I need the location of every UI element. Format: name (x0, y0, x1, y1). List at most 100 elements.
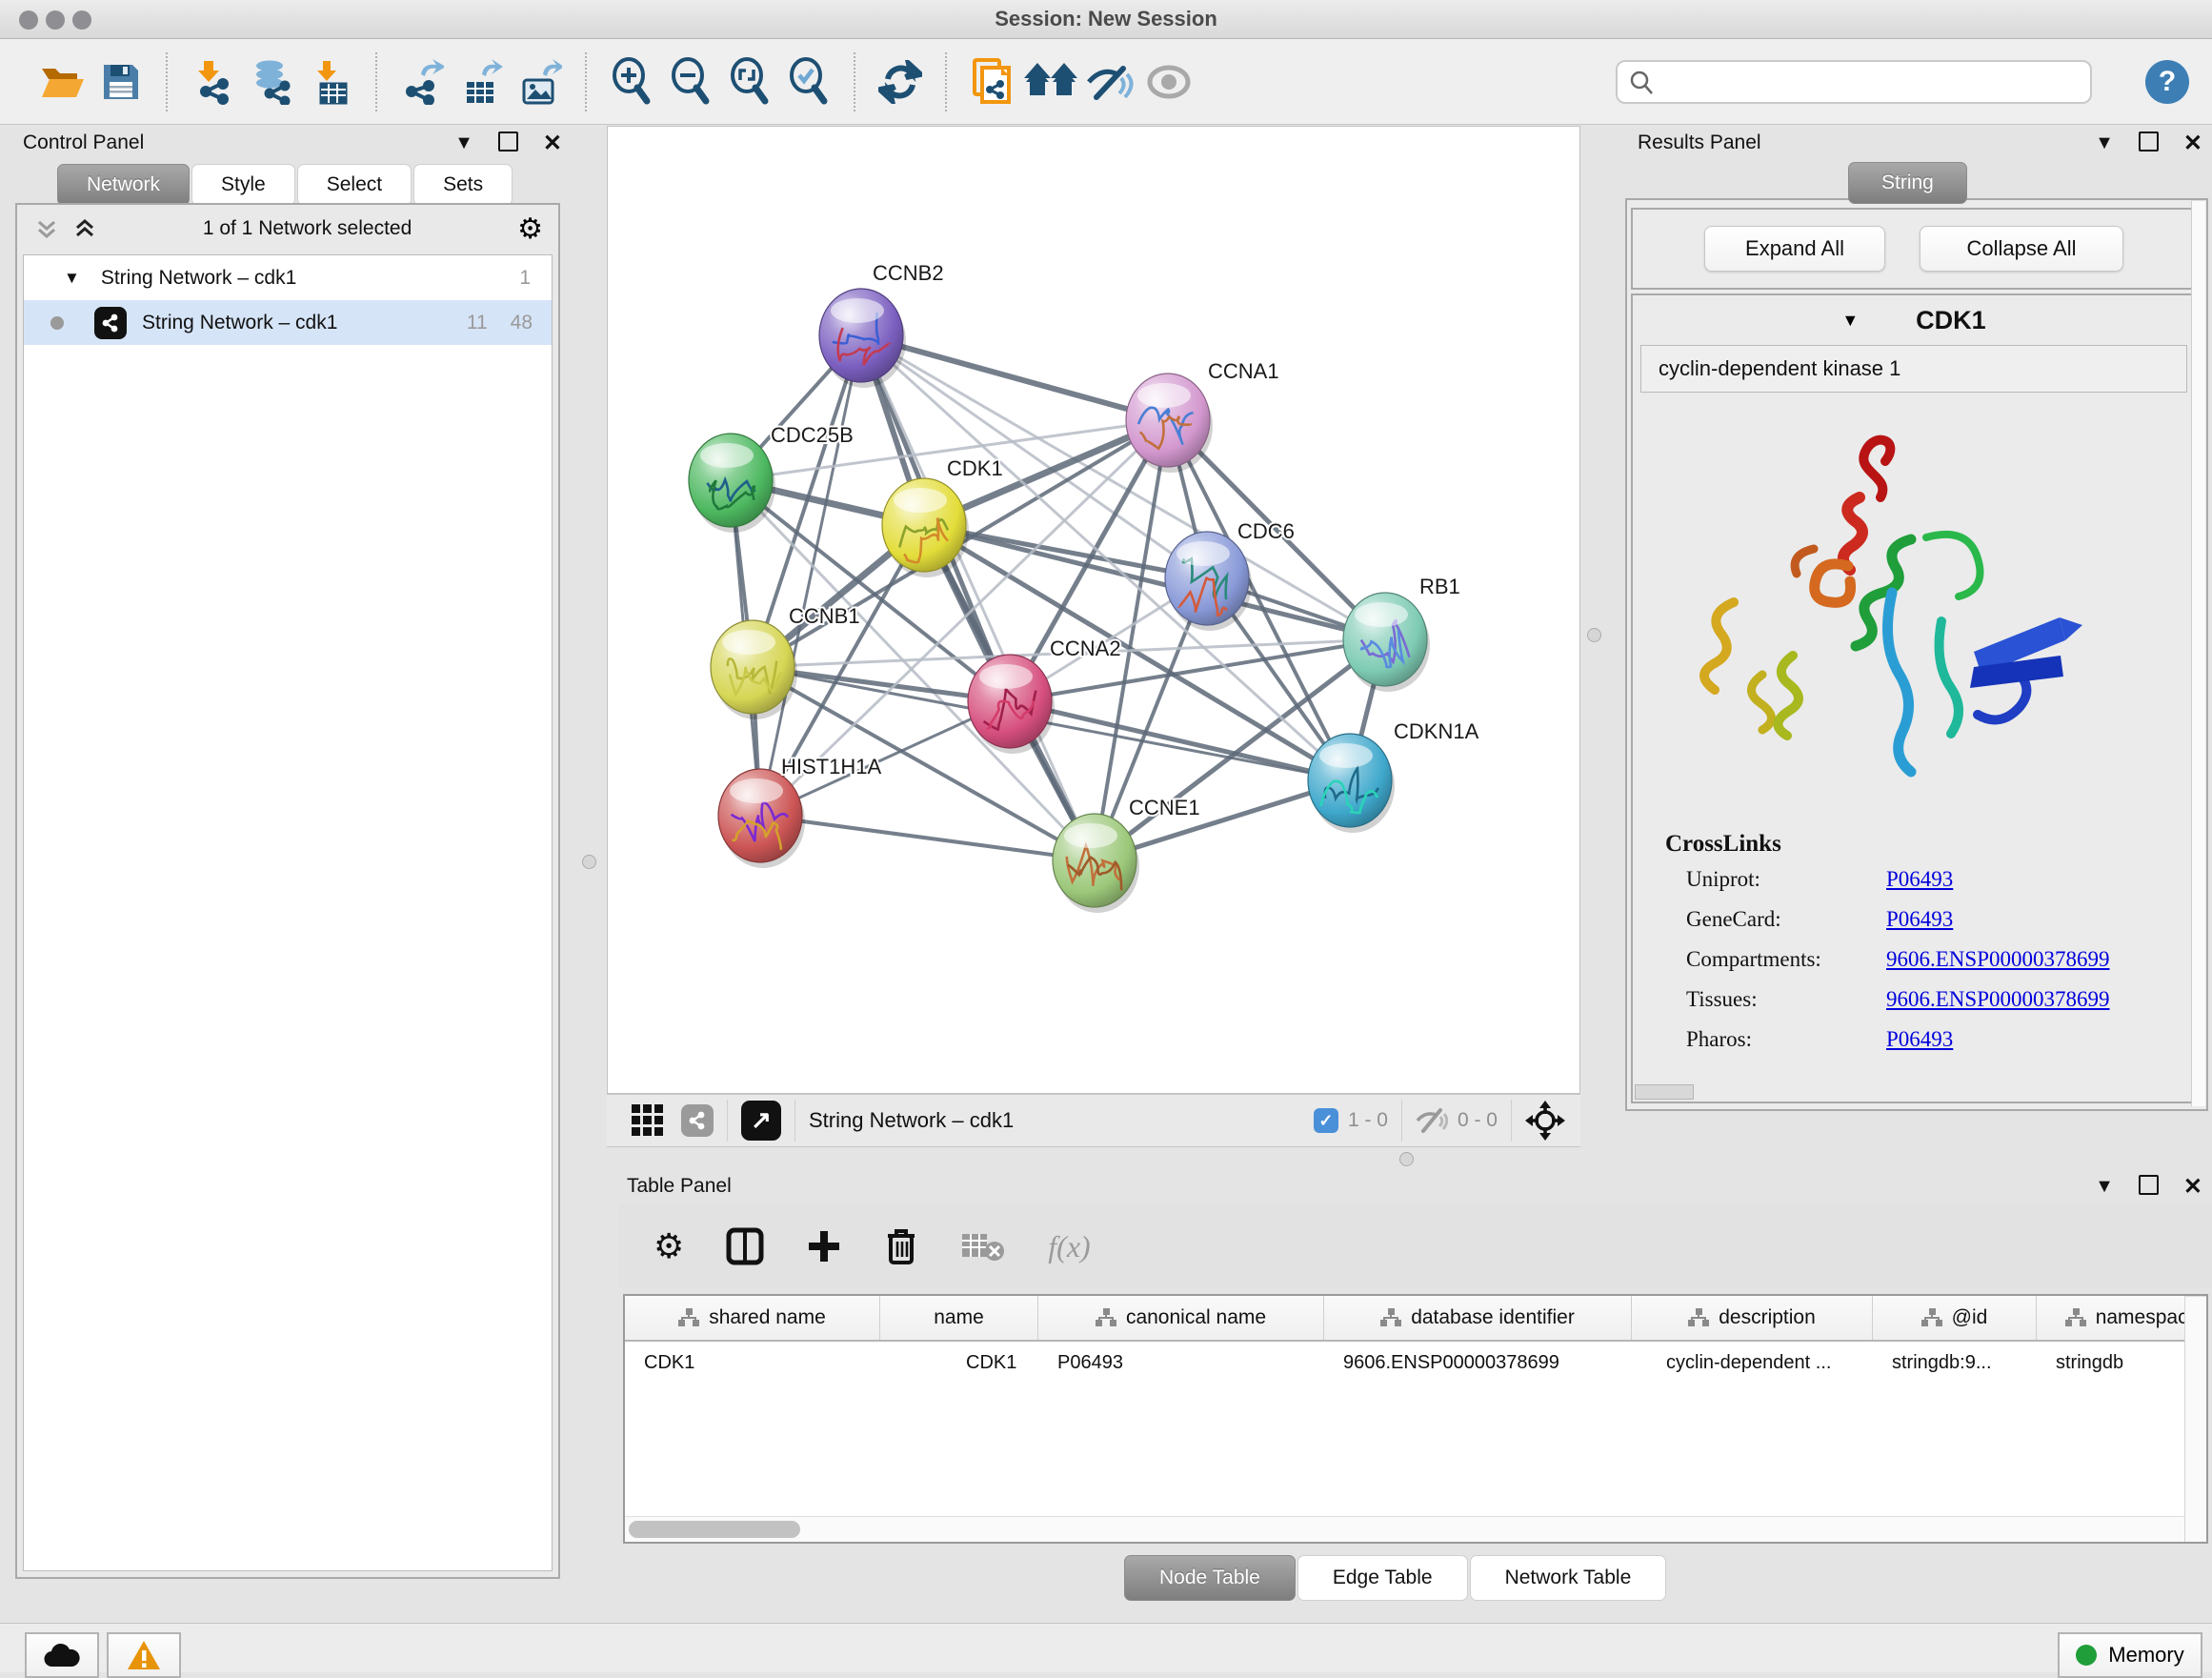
hide-selected-eye-icon[interactable] (1080, 48, 1139, 116)
column-header[interactable]: namespace (2037, 1296, 2208, 1340)
bottom-splitter-handle[interactable] (1399, 1152, 1414, 1166)
edge-CCNA2-CDKN1A[interactable] (1010, 701, 1350, 780)
expand-all-button[interactable]: Expand All (1704, 226, 1885, 272)
cell-canonical-name[interactable]: P06493 (1038, 1352, 1324, 1374)
zoom-window-button[interactable] (72, 10, 91, 30)
minimize-window-button[interactable] (46, 10, 65, 30)
node-CDC25B[interactable] (689, 434, 775, 533)
collapse-panel-icon[interactable]: ▼ (454, 132, 473, 154)
table-hscrollbar[interactable] (625, 1516, 2206, 1542)
node-CCNA2[interactable] (968, 655, 1055, 754)
node-CCNA1[interactable] (1126, 374, 1213, 473)
edge-HIST1H1A-CCNE1[interactable] (760, 816, 1095, 860)
hidden-eye-icon[interactable] (1416, 1107, 1448, 1134)
column-header[interactable]: description (1632, 1296, 1873, 1340)
column-header[interactable]: @id (1873, 1296, 2037, 1340)
tissues-link[interactable]: 9606.ENSP00000378699 (1886, 987, 2195, 1012)
home-pair-icon[interactable] (1021, 48, 1080, 116)
import-table-icon[interactable] (301, 48, 360, 116)
zoom-out-icon[interactable] (661, 48, 720, 116)
collapse-all-networks-icon[interactable] (72, 216, 97, 241)
table-vscrollbar[interactable] (2184, 1296, 2206, 1543)
tab-select[interactable]: Select (297, 164, 412, 206)
tab-network[interactable]: Network (57, 164, 190, 206)
network-collection-row[interactable]: ▼ String Network – cdk1 1 (24, 255, 552, 300)
tab-edge-table[interactable]: Edge Table (1297, 1555, 1468, 1601)
open-in-window-icon[interactable]: ↗ (741, 1101, 781, 1141)
network-canvas[interactable]: CCNB2CCNA1CDC25BCDK1CDC6RB1CCNB1CCNA2CDK… (607, 126, 1580, 1094)
export-table-icon[interactable] (452, 48, 511, 116)
right-splitter-handle[interactable] (1587, 628, 1601, 642)
add-column-icon[interactable] (806, 1228, 842, 1264)
annotation-icon[interactable] (962, 48, 1021, 116)
column-header[interactable]: shared name (625, 1296, 880, 1340)
cell-description[interactable]: cyclin-dependent ... (1632, 1352, 1873, 1374)
collapse-all-button[interactable]: Collapse All (1920, 226, 2123, 272)
tree-expander-icon[interactable]: ▼ (64, 269, 80, 288)
edge-CCNB2-CCNE1[interactable] (861, 335, 1095, 860)
close-panel-icon[interactable]: ✕ (2183, 1173, 2202, 1201)
birds-eye-view-icon[interactable] (632, 1104, 664, 1137)
pharos-link[interactable]: P06493 (1886, 1027, 2195, 1052)
uniprot-link[interactable]: P06493 (1886, 867, 2195, 892)
import-database-icon[interactable] (242, 48, 301, 116)
network-badge-icon[interactable] (681, 1104, 714, 1137)
open-session-icon[interactable] (32, 48, 91, 116)
cell-name[interactable]: CDK1 (880, 1352, 1038, 1374)
table-hscrollbar-handle[interactable] (629, 1521, 800, 1538)
export-network-icon[interactable] (392, 48, 452, 116)
cell-id[interactable]: stringdb:9... (1873, 1352, 2037, 1374)
zoom-fit-icon[interactable] (720, 48, 779, 116)
cell-shared-name[interactable]: CDK1 (625, 1352, 880, 1374)
toolbar-search[interactable] (1616, 60, 2092, 104)
node-CCNB1[interactable] (711, 620, 797, 719)
column-header[interactable]: canonical name (1038, 1296, 1324, 1340)
section-expander-icon[interactable]: ▼ (1841, 311, 1859, 331)
column-header[interactable]: database identifier (1324, 1296, 1632, 1340)
show-all-eye-icon[interactable] (1139, 48, 1198, 116)
float-panel-icon[interactable] (2139, 131, 2159, 155)
save-session-icon[interactable] (91, 48, 151, 116)
network-row-selected[interactable]: String Network – cdk1 11 48 (24, 300, 552, 345)
collapse-panel-icon[interactable]: ▼ (2095, 1176, 2114, 1198)
node-CDC6[interactable] (1165, 532, 1252, 631)
left-splitter-handle[interactable] (582, 855, 596, 869)
results-vscrollbar[interactable] (2191, 200, 2205, 1106)
node-CDK1[interactable] (882, 478, 969, 577)
column-header[interactable]: name (880, 1296, 1038, 1340)
zoom-in-icon[interactable] (602, 48, 661, 116)
close-window-button[interactable] (19, 10, 38, 30)
node-CCNB2[interactable] (819, 289, 906, 388)
table-settings-gear-icon[interactable]: ⚙ (654, 1226, 684, 1266)
fit-content-crosshair-icon[interactable] (1525, 1101, 1565, 1141)
cell-namespace[interactable]: stringdb (2037, 1352, 2208, 1374)
zoom-selected-icon[interactable] (779, 48, 838, 116)
tab-style[interactable]: Style (191, 164, 295, 206)
cell-database-identifier[interactable]: 9606.ENSP00000378699 (1324, 1352, 1632, 1374)
tab-sets[interactable]: Sets (413, 164, 513, 206)
tab-network-table[interactable]: Network Table (1470, 1555, 1667, 1601)
compartments-link[interactable]: 9606.ENSP00000378699 (1886, 947, 2195, 972)
close-panel-icon[interactable]: ✕ (2183, 130, 2202, 157)
float-panel-icon[interactable] (498, 131, 518, 155)
tab-node-table[interactable]: Node Table (1124, 1555, 1296, 1601)
string-network-graph[interactable]: CCNB2CCNA1CDC25BCDK1CDC6RB1CCNB1CCNA2CDK… (608, 127, 1579, 1093)
import-network-icon[interactable] (183, 48, 242, 116)
selected-nodes-checkbox-icon[interactable]: ✓ (1314, 1108, 1338, 1133)
genecard-link[interactable]: P06493 (1886, 907, 2195, 932)
show-columns-icon[interactable] (726, 1227, 764, 1265)
close-panel-icon[interactable]: ✕ (543, 130, 562, 157)
expand-all-networks-icon[interactable] (34, 216, 59, 241)
node-CDKN1A[interactable] (1308, 734, 1395, 833)
export-image-icon[interactable] (511, 48, 570, 116)
help-icon[interactable]: ? (2145, 60, 2189, 104)
network-options-gear-icon[interactable]: ⚙ (517, 212, 543, 246)
delete-column-trash-icon[interactable] (884, 1226, 918, 1266)
refresh-layout-icon[interactable] (871, 48, 930, 116)
results-hscrollbar-handle[interactable] (1635, 1084, 1694, 1100)
float-panel-icon[interactable] (2139, 1175, 2159, 1199)
node-CCNE1[interactable] (1053, 814, 1139, 913)
node-RB1[interactable] (1343, 593, 1430, 692)
collapse-panel-icon[interactable]: ▼ (2095, 132, 2114, 154)
table-row[interactable]: CDK1 CDK1 P06493 9606.ENSP00000378699 cy… (625, 1342, 2206, 1384)
